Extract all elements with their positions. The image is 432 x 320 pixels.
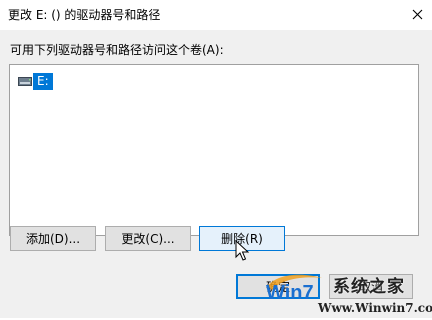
list-item[interactable]: E: — [18, 72, 53, 90]
add-button[interactable]: 添加(D)... — [10, 226, 96, 251]
drive-path-list[interactable]: E: — [9, 64, 419, 236]
dialog-window: 更改 E: () 的驱动器号和路径 可用下列驱动器号和路径访问这个卷(A): E… — [0, 0, 432, 318]
cancel-button[interactable]: 取消 — [329, 274, 413, 299]
ok-button[interactable]: 确定 — [236, 274, 320, 299]
close-icon — [412, 9, 423, 20]
dialog-content: 可用下列驱动器号和路径访问这个卷(A): E: 添加(D)... 更改(C)..… — [0, 30, 432, 318]
list-prompt-label: 可用下列驱动器号和路径访问这个卷(A): — [10, 43, 224, 57]
drive-icon — [18, 76, 32, 86]
title-bar: 更改 E: () 的驱动器号和路径 — [0, 0, 432, 30]
window-title: 更改 E: () 的驱动器号和路径 — [8, 8, 161, 22]
change-button[interactable]: 更改(C)... — [105, 226, 191, 251]
watermark-url: Www.Winwin7.com — [318, 301, 432, 315]
remove-button[interactable]: 删除(R) — [199, 226, 285, 251]
close-button[interactable] — [402, 0, 432, 28]
list-item-label: E: — [33, 72, 53, 90]
